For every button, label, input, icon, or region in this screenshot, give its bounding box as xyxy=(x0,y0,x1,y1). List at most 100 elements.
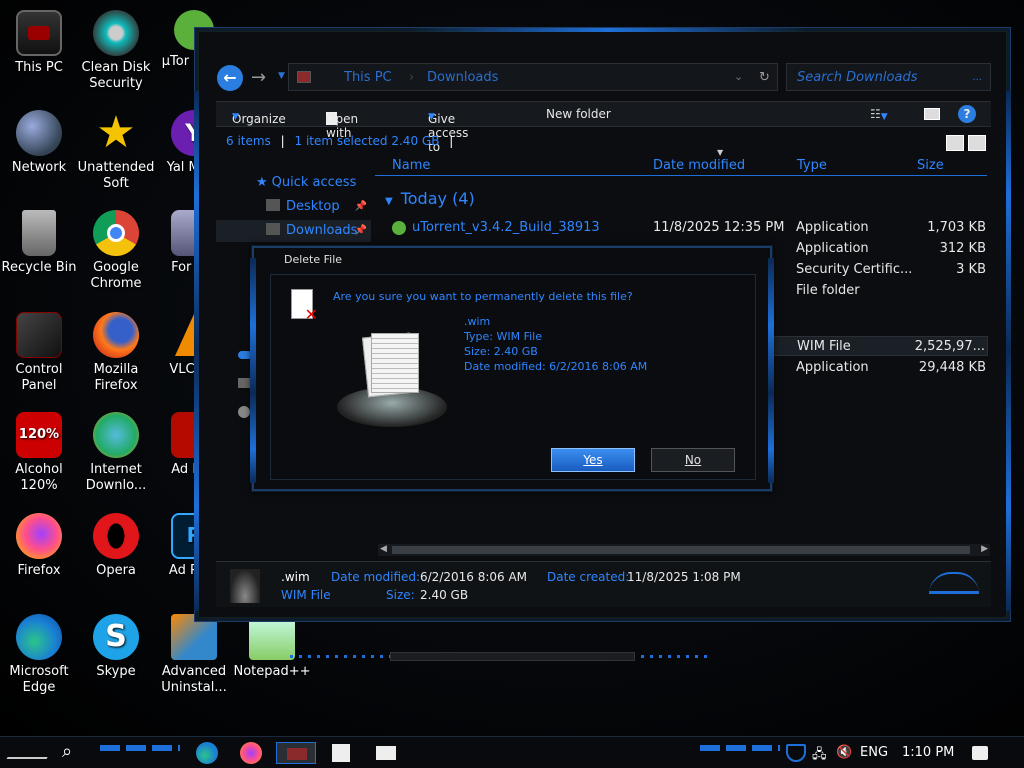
desktop-icon-recycle-bin[interactable]: Recycle Bin xyxy=(0,210,78,276)
decor-bar xyxy=(390,652,635,661)
table-row[interactable]: uTorrent_v3.4.2_Build_38913 11/8/2025 12… xyxy=(390,218,988,238)
row-size: 3 KB xyxy=(956,262,986,277)
column-size[interactable]: Size xyxy=(917,158,944,173)
view-options-icon[interactable]: ☷ ▼ xyxy=(870,107,888,122)
breadcrumb-separator: › xyxy=(409,70,415,85)
pin-icon: 📌 xyxy=(354,225,367,236)
nav-downloads[interactable]: Downloads 📌 xyxy=(216,220,371,242)
store-taskbar-icon[interactable] xyxy=(332,744,350,762)
row-date: 11/8/2025 12:35 PM xyxy=(653,220,785,235)
explorer-taskbar-icon[interactable] xyxy=(276,742,316,764)
mail-taskbar-icon[interactable] xyxy=(376,746,396,760)
desktop-icon-edge[interactable]: Microsoft Edge xyxy=(0,614,78,696)
detail-modified-value: 6/2/2016 8:06 AM xyxy=(420,570,528,584)
volume-muted-icon[interactable]: 🔇 xyxy=(836,745,852,760)
refresh-icon[interactable]: ↻ xyxy=(759,70,770,85)
dialog-file-name: .wim xyxy=(464,315,491,328)
desktop-folder-icon xyxy=(266,199,280,211)
chevron-down-icon: ▼ xyxy=(385,196,393,207)
taskbar-accent-left xyxy=(100,745,180,751)
desktop-icon-mozilla-firefox[interactable]: Mozilla Firefox xyxy=(77,312,155,394)
search-input[interactable]: Search Downloads ... xyxy=(786,63,991,91)
address-dropdown-icon[interactable]: ⌄ xyxy=(734,70,743,83)
star-icon: ★ xyxy=(96,110,136,156)
taskbar-accent-right xyxy=(700,745,780,751)
desktop-icon-clean-disk[interactable]: Clean Disk Security xyxy=(77,10,155,92)
recent-dropdown-icon[interactable]: ▼ xyxy=(278,71,285,81)
desktop-icon-this-pc[interactable]: This PC xyxy=(0,10,78,76)
forward-button[interactable]: → xyxy=(251,67,266,88)
desktop-icon-idm[interactable]: Internet Downlo... xyxy=(77,412,155,494)
group-today[interactable]: ▼ Today (4) xyxy=(385,189,475,208)
desktop-icon-firefox[interactable]: Firefox xyxy=(0,513,78,579)
taskbar: ⌕ 🖧 🔇 ENG 1:10 PM xyxy=(0,736,1024,768)
back-button[interactable]: ← xyxy=(217,65,243,91)
new-folder-button[interactable]: New folder xyxy=(546,107,611,121)
firefox-taskbar-icon[interactable] xyxy=(240,742,262,764)
network-icon[interactable] xyxy=(238,406,250,418)
chevron-down-icon: ▼ xyxy=(428,112,435,122)
row-size: 312 KB xyxy=(939,241,986,256)
desktop-icon-skype[interactable]: S Skype xyxy=(77,614,155,680)
recycle-bin-icon xyxy=(22,210,56,256)
desktop-icon-network[interactable]: Network xyxy=(0,110,78,176)
nav-quick-access[interactable]: ★ Quick access xyxy=(216,172,371,194)
horizontal-scrollbar[interactable]: ◀ ▶ xyxy=(378,544,990,556)
item-count: 6 items xyxy=(226,134,271,148)
firefox-icon xyxy=(16,513,62,559)
preview-pane-icon[interactable] xyxy=(924,108,940,120)
pin-icon: 📌 xyxy=(354,201,367,212)
yes-button[interactable]: Yes xyxy=(551,448,635,472)
nav-desktop[interactable]: Desktop 📌 xyxy=(216,196,371,218)
desktop-icon-opera[interactable]: Opera xyxy=(77,513,155,579)
shield-icon[interactable] xyxy=(786,744,806,762)
status-separator: | xyxy=(280,134,285,148)
column-date-modified[interactable]: Date modified xyxy=(653,158,745,173)
selection-info: 1 item selected 2.40 GB xyxy=(294,134,440,148)
detail-file-name: .wim xyxy=(281,570,310,584)
no-button[interactable]: No xyxy=(651,448,735,472)
delete-file-dialog[interactable]: Delete File ✕ Are you sure you want to p… xyxy=(250,246,774,491)
dialog-file-date: Date modified: 6/2/2016 8:06 AM xyxy=(464,360,648,373)
search-icon[interactable]: ⌕ xyxy=(62,742,84,764)
clock[interactable]: 1:10 PM xyxy=(902,745,954,760)
column-type[interactable]: Type xyxy=(797,158,827,173)
language-indicator[interactable]: ENG xyxy=(860,745,888,760)
column-name[interactable]: Name xyxy=(392,158,430,173)
control-panel-icon xyxy=(16,312,62,358)
desktop-icon-control-panel[interactable]: Control Panel xyxy=(0,312,78,394)
tiles-view-icon[interactable] xyxy=(968,135,986,151)
row-size: 29,448 KB xyxy=(918,360,986,375)
desktop-icon-notepadpp[interactable]: Notepad++ xyxy=(233,614,311,680)
help-icon[interactable]: ? xyxy=(958,105,976,123)
dialog-question: Are you sure you want to permanently del… xyxy=(333,290,633,303)
scroll-thumb[interactable] xyxy=(392,546,970,554)
chevron-down-icon: ▼ xyxy=(232,112,239,122)
dialog-title: Delete File xyxy=(284,253,343,266)
address-bar[interactable]: This PC › Downloads ⌄ ↻ xyxy=(288,63,778,91)
file-preview-icon xyxy=(337,325,447,435)
notifications-icon[interactable] xyxy=(972,746,988,760)
chrome-icon xyxy=(93,210,139,256)
dialog-file-type: Type: WIM File xyxy=(464,330,542,343)
start-button-icon[interactable] xyxy=(6,747,54,759)
star-icon: ★ xyxy=(256,175,268,190)
computer-icon xyxy=(16,10,62,56)
edge-taskbar-icon[interactable] xyxy=(196,742,218,764)
dialog-body: ✕ Are you sure you want to permanently d… xyxy=(270,274,756,480)
alcohol-icon: 120% xyxy=(16,412,62,458)
desktop-icon-chrome[interactable]: Google Chrome xyxy=(77,210,155,292)
scroll-right-icon[interactable]: ▶ xyxy=(981,544,988,554)
breadcrumb-this-pc[interactable]: This PC xyxy=(344,70,392,85)
details-view-icon[interactable] xyxy=(946,135,964,151)
desktop-icon-alcohol[interactable]: 120% Alcohol 120% xyxy=(0,412,78,494)
detail-created-label: Date created: xyxy=(547,570,630,584)
network-tray-icon[interactable]: 🖧 xyxy=(812,745,827,767)
breadcrumb-downloads[interactable]: Downloads xyxy=(427,70,498,85)
row-type: Application xyxy=(796,360,869,375)
desktop-icon-advanced-uninstaller[interactable]: Advanced Uninstal... xyxy=(155,614,233,696)
desktop-icon-unattended[interactable]: ★ Unattended Soft xyxy=(77,110,155,192)
scroll-left-icon[interactable]: ◀ xyxy=(380,544,387,554)
clean-disk-icon xyxy=(93,10,139,56)
wim-file-icon xyxy=(230,569,260,603)
